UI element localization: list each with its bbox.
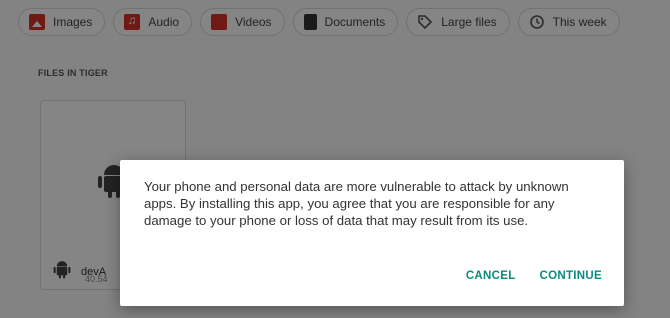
dialog-message: Your phone and personal data are more vu… xyxy=(144,179,569,228)
continue-button[interactable]: CONTINUE xyxy=(540,266,602,286)
cancel-button[interactable]: CANCEL xyxy=(466,266,516,286)
install-warning-dialog: Your phone and personal data are more vu… xyxy=(120,160,624,306)
dialog-actions: CANCEL CONTINUE xyxy=(466,266,602,286)
